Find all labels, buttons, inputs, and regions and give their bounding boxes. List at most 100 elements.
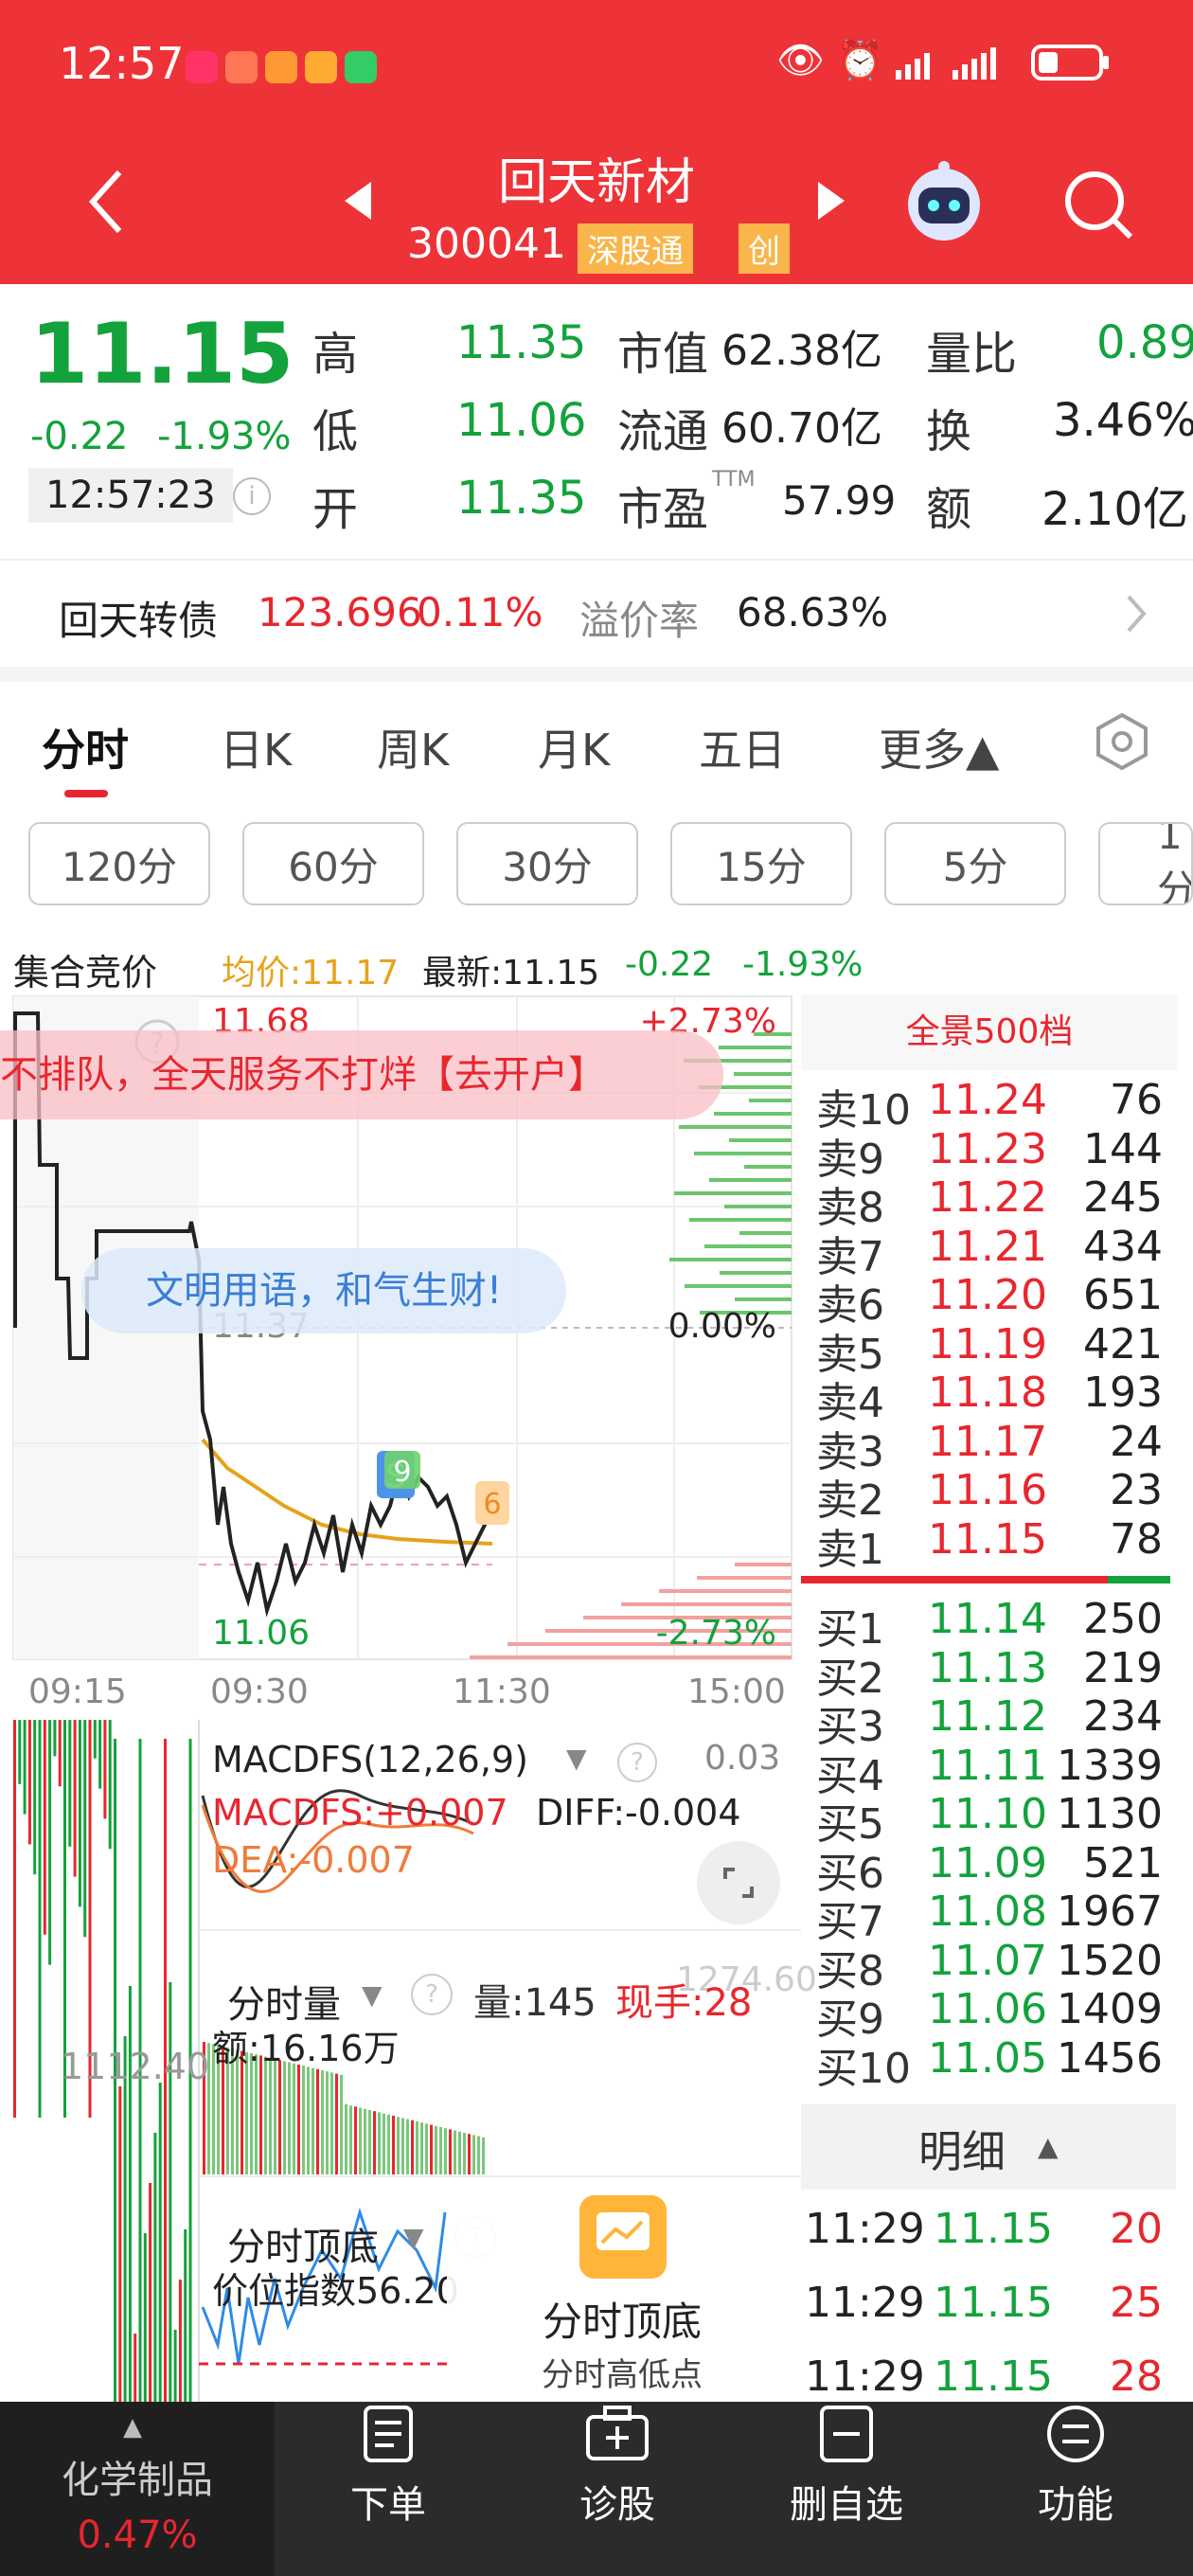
auction-bar (68, 1720, 72, 1847)
macd-dea: DEA:-0.007 (212, 1839, 415, 1881)
x-label-1500: 15:00 (687, 1673, 786, 1711)
trade-time: 11:29 (805, 2352, 925, 2401)
bid-row[interactable]: 买9 11.06 1409 (816, 1985, 1176, 2044)
level-volume: 24 (1110, 1417, 1163, 1466)
depth-bar (729, 1138, 792, 1142)
bid-row[interactable]: 买3 11.12 234 (816, 1692, 1176, 1751)
bid-row[interactable]: 买8 11.07 1520 (816, 1937, 1176, 1995)
ask-row[interactable]: 卖5 11.19 421 (816, 1319, 1176, 1379)
sector-pct: 0.47% (77, 2513, 198, 2557)
dropdown-caret-icon[interactable]: ▼ (566, 1743, 587, 1774)
ask-row[interactable]: 卖1 11.15 78 (816, 1514, 1176, 1574)
back-icon[interactable] (87, 169, 125, 235)
ask-row[interactable]: 卖8 11.22 245 (816, 1173, 1176, 1232)
tag-hk-connect: 深股通 (578, 224, 693, 274)
ask-row[interactable]: 卖2 11.16 23 (816, 1466, 1176, 1525)
auction-bar (18, 1720, 22, 1784)
next-stock-icon[interactable] (816, 182, 845, 220)
bid-row[interactable]: 买7 11.08 1967 (816, 1887, 1176, 1946)
ask-row[interactable]: 卖4 11.18 193 (816, 1368, 1176, 1427)
nav-order[interactable]: 下单 (294, 2404, 483, 2529)
period-120[interactable]: 120分 (28, 822, 210, 905)
high-label: 高 (312, 328, 359, 381)
tab-more[interactable]: 更多▲ (879, 716, 999, 778)
period-1[interactable]: 1分 (1098, 822, 1193, 905)
volume-bar (439, 2127, 442, 2174)
bid-row[interactable]: 买1 11.14 250 (816, 1595, 1176, 1654)
depth-bar (621, 1602, 792, 1606)
depth-bar (694, 1152, 792, 1155)
dropdown-caret-icon[interactable]: ▼ (403, 2222, 424, 2253)
tab-intraday[interactable]: 分时 (42, 716, 129, 778)
nav-order-label: 下单 (350, 2483, 426, 2527)
period-5[interactable]: 5分 (884, 822, 1066, 905)
app-icon (225, 51, 258, 83)
level-price: 11.17 (928, 1417, 1047, 1466)
ask-row[interactable]: 卖9 11.23 144 (816, 1125, 1176, 1184)
level-volume: 1409 (1057, 1985, 1163, 2033)
bid-row[interactable]: 买2 11.13 219 (816, 1644, 1176, 1703)
nav-functions[interactable]: 功能 (981, 2404, 1170, 2529)
macd-help-icon[interactable]: ? (617, 1743, 657, 1782)
ask-row[interactable]: 卖6 11.20 651 (816, 1271, 1176, 1330)
low-value: 11.06 (456, 394, 587, 447)
period-60[interactable]: 60分 (242, 822, 424, 905)
ask-row[interactable]: 卖7 11.21 434 (816, 1223, 1176, 1281)
bid-row[interactable]: 买6 11.09 521 (816, 1839, 1176, 1898)
depth-bar (689, 1218, 792, 1222)
volume-bar (259, 2055, 262, 2174)
pe-label: 市盈 (617, 483, 709, 536)
convertible-bond-row[interactable]: 回天转债 123.696 0.11% 溢价率 68.63% (0, 561, 1193, 665)
level-volume: 78 (1110, 1514, 1163, 1564)
volume-bar (387, 2114, 390, 2174)
tab-five-day[interactable]: 五日 (699, 716, 786, 778)
nav-remove-watchlist[interactable]: 删自选 (752, 2404, 941, 2529)
volume-bar (288, 2062, 291, 2174)
robot-assistant-icon[interactable] (901, 159, 987, 244)
tab-week-k[interactable]: 周K (377, 716, 449, 778)
volume-bar (472, 2135, 475, 2174)
auction-bar (158, 2083, 162, 2402)
trade-price: 11.15 (934, 2352, 1053, 2401)
macd-title[interactable]: MACDFS(12,26,9) (212, 1739, 528, 1780)
topbottom-card-title: 分时顶底 (542, 2299, 702, 2345)
depth-500-button[interactable]: 全景500档 (801, 994, 1178, 1070)
ask-row[interactable]: 卖10 11.24 76 (816, 1076, 1176, 1135)
menu-icon (1047, 2406, 1104, 2462)
period-30[interactable]: 30分 (456, 822, 638, 905)
auction-bar (118, 2086, 122, 2402)
bid-row[interactable]: 买5 11.10 1130 (816, 1790, 1176, 1849)
search-icon[interactable] (1060, 167, 1136, 242)
fullscreen-button[interactable] (697, 1841, 780, 1924)
nav-diagnose[interactable]: 诊股 (523, 2404, 712, 2529)
dropdown-caret-icon[interactable]: ▼ (362, 1979, 383, 2011)
pct-label-mid: 0.00% (668, 1307, 776, 1346)
auction-bar (83, 1720, 87, 1938)
open-account-banner[interactable]: 不排队，全天服务不打烊【去开户】 (0, 1030, 723, 1119)
volume-bar (449, 2129, 452, 2174)
level-volume: 245 (1083, 1173, 1163, 1222)
tab-day-k[interactable]: 日K (220, 716, 292, 778)
volume-bar (420, 2122, 423, 2174)
bond-pct: 0.11% (417, 589, 543, 635)
nine-marker-text: 9 (393, 1456, 411, 1489)
ask-row[interactable]: 卖3 11.17 24 (816, 1417, 1176, 1476)
period-15[interactable]: 15分 (670, 822, 852, 905)
info-icon[interactable]: i (233, 477, 271, 515)
volume-help-icon[interactable]: ? (411, 1974, 453, 2015)
tab-month-k[interactable]: 月K (538, 716, 610, 778)
topbottom-card[interactable]: 分时顶底 分时高低点 (447, 2188, 797, 2402)
settings-hex-icon[interactable] (1095, 712, 1149, 771)
level-price: 11.20 (928, 1271, 1047, 1319)
detail-header[interactable]: 明细 ▲ (801, 2104, 1176, 2190)
depth-bar (749, 1099, 792, 1102)
prev-stock-icon[interactable] (345, 182, 373, 220)
bid-row[interactable]: 买10 11.05 1456 (816, 2033, 1176, 2093)
level-price: 11.05 (928, 2033, 1047, 2083)
bid-row[interactable]: 买4 11.11 1339 (816, 1742, 1176, 1800)
depth-bar (720, 1271, 792, 1275)
level-price: 11.19 (928, 1319, 1047, 1368)
sector-button[interactable]: ▲ 化学制品 0.47% (0, 2402, 275, 2576)
depth-bar (735, 1563, 792, 1566)
volume-bar (454, 2130, 456, 2174)
